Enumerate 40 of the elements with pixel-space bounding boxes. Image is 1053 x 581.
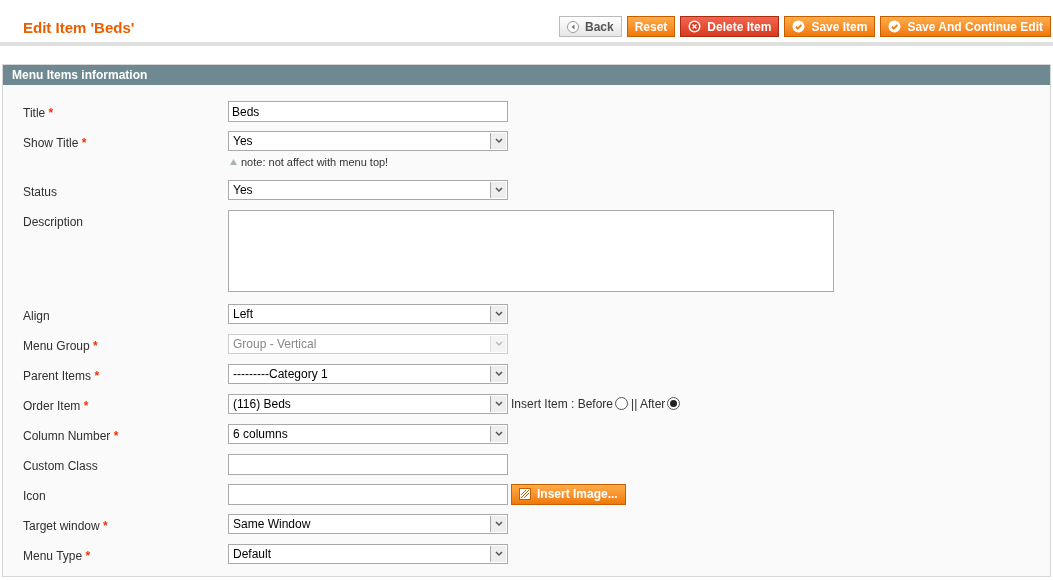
- text-field[interactable]: [228, 483, 508, 505]
- radio-label: || After: [631, 395, 666, 413]
- description-field[interactable]: [228, 209, 834, 292]
- radio-label: Before: [577, 395, 614, 413]
- field-label: Align: [23, 307, 51, 325]
- field-label: Icon: [23, 487, 47, 505]
- field-label: Order Item *: [23, 397, 90, 415]
- back-button[interactable]: Back: [559, 16, 622, 37]
- dropdown[interactable]: 6 columns: [228, 423, 508, 444]
- dropdown[interactable]: ---------Category 1: [228, 363, 508, 384]
- section-header: Menu Items information: [3, 65, 1050, 85]
- dropdown[interactable]: Default: [228, 543, 508, 564]
- field-label: Show Title *: [23, 135, 88, 152]
- insert-item-label: Insert Item :: [511, 395, 576, 413]
- image-icon: [519, 488, 531, 500]
- dropdown[interactable]: Yes: [228, 131, 508, 151]
- field-label: Menu Type *: [23, 547, 92, 565]
- dropdown[interactable]: Same Window: [228, 513, 508, 534]
- field-label: Custom Class: [23, 457, 99, 475]
- field-label: Menu Group *: [23, 337, 99, 355]
- check-icon: [888, 20, 902, 33]
- dropdown[interactable]: Left: [228, 303, 508, 324]
- field-label: Target window *: [23, 517, 109, 535]
- field-label: Title *: [23, 105, 55, 122]
- field-label: Parent Items *: [23, 367, 101, 385]
- delete-button[interactable]: Delete Item: [680, 16, 780, 37]
- dropdown[interactable]: (116) Beds: [228, 393, 508, 414]
- text-field[interactable]: [228, 453, 508, 475]
- page-title: Edit Item 'Beds': [23, 17, 135, 38]
- field-label: Column Number *: [23, 427, 120, 445]
- field-note: note: not affect with menu top!: [241, 155, 389, 170]
- check-icon: [792, 20, 806, 33]
- note-arrow-icon: [230, 159, 237, 166]
- text-field[interactable]: Beds: [228, 101, 508, 122]
- radio-button[interactable]: [667, 397, 681, 410]
- close-icon: [688, 20, 702, 33]
- field-label: Status: [23, 183, 59, 201]
- field-label: Description: [23, 213, 85, 231]
- dropdown[interactable]: Yes: [228, 179, 508, 200]
- radio-button[interactable]: [615, 397, 629, 410]
